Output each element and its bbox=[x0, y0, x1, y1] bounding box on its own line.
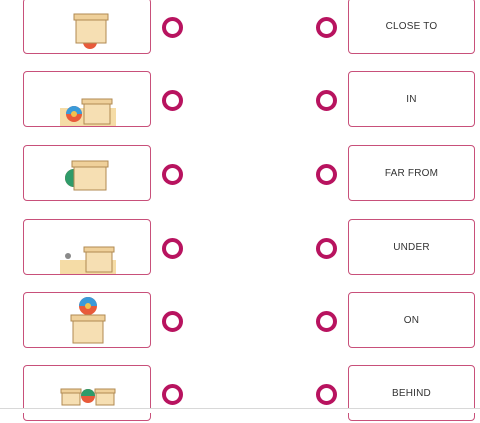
picture-card-1[interactable] bbox=[23, 0, 151, 54]
word-card-3[interactable]: FAR FROM bbox=[348, 145, 475, 201]
ball-on-box-illustration bbox=[70, 297, 106, 344]
match-row-6: BEHIND bbox=[0, 365, 480, 423]
radio-left-4[interactable] bbox=[162, 238, 183, 259]
word-card-4[interactable]: UNDER bbox=[348, 219, 475, 275]
word-card-2[interactable]: IN bbox=[348, 71, 475, 127]
radio-left-3[interactable] bbox=[162, 164, 183, 185]
radio-right-2[interactable] bbox=[316, 90, 337, 111]
match-row-2: IN bbox=[0, 71, 480, 129]
radio-left-2[interactable] bbox=[162, 90, 183, 111]
radio-right-5[interactable] bbox=[316, 311, 337, 332]
radio-right-3[interactable] bbox=[316, 164, 337, 185]
radio-right-1[interactable] bbox=[316, 17, 337, 38]
ball-behind-box-illustration bbox=[65, 160, 109, 191]
word-card-5[interactable]: ON bbox=[348, 292, 475, 348]
radio-right-4[interactable] bbox=[316, 238, 337, 259]
ball-far-from-box-illustration bbox=[60, 246, 116, 274]
box-ball-under-illustration bbox=[73, 13, 109, 49]
picture-card-4[interactable] bbox=[23, 219, 151, 275]
match-row-5: ON bbox=[0, 292, 480, 350]
word-card-1[interactable]: CLOSE TO bbox=[348, 0, 475, 54]
radio-left-5[interactable] bbox=[162, 311, 183, 332]
bottom-divider bbox=[0, 408, 480, 413]
picture-card-2[interactable] bbox=[23, 71, 151, 127]
match-row-1: CLOSE TO bbox=[0, 0, 480, 56]
radio-right-6[interactable] bbox=[316, 384, 337, 405]
ball-next-to-box-illustration bbox=[60, 98, 116, 126]
radio-left-6[interactable] bbox=[162, 384, 183, 405]
picture-card-5[interactable] bbox=[23, 292, 151, 348]
picture-card-3[interactable] bbox=[23, 145, 151, 201]
radio-left-1[interactable] bbox=[162, 17, 183, 38]
match-row-4: UNDER bbox=[0, 219, 480, 277]
match-row-3: FAR FROM bbox=[0, 145, 480, 203]
